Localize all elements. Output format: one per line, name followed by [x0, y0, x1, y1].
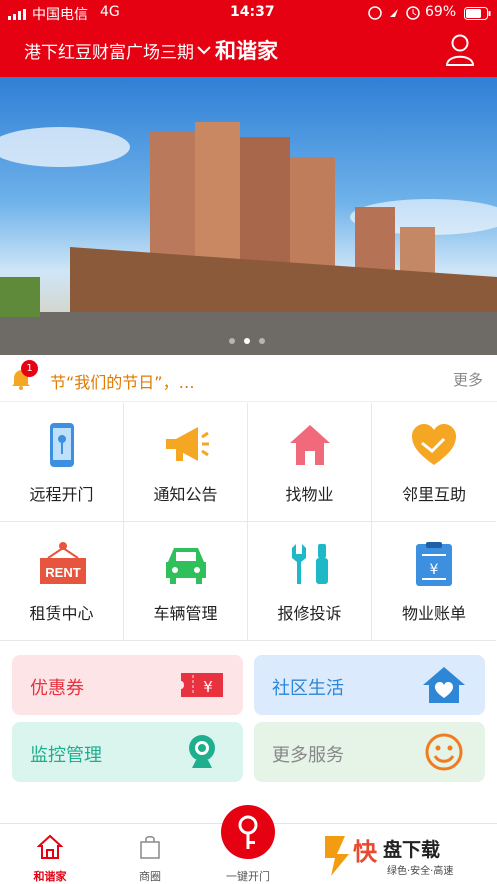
bill-icon: ¥	[416, 542, 452, 586]
rent-sign-text: RENT	[45, 565, 80, 580]
battery-icon	[464, 7, 492, 24]
house-icon	[290, 425, 330, 465]
service-bills[interactable]: ¥ 物业账单	[372, 522, 496, 641]
ticket-icon: ¥	[181, 673, 223, 697]
location-label: 港下红豆财富广场三期	[24, 42, 194, 63]
camera-icon	[189, 735, 215, 768]
bill-sign-text: ¥	[430, 562, 439, 578]
network-label: 4G	[100, 4, 120, 20]
clock: 14:37	[230, 4, 275, 20]
card-label: 社区生活	[272, 678, 344, 699]
rent-sign-icon: RENT	[40, 542, 86, 584]
tab-label: 和谐家	[33, 870, 67, 883]
svg-text:快: 快	[353, 838, 378, 866]
unlock-key-button[interactable]	[221, 805, 275, 859]
brand-title: 和谐家	[215, 39, 278, 63]
service-label: 车辆管理	[153, 604, 218, 623]
app-header: 中国电信 4G 14:37 69% 港下红豆财富广场三期 和谐家	[0, 0, 497, 77]
service-label: 租赁中心	[29, 604, 94, 623]
service-vehicles[interactable]: 车辆管理	[124, 522, 248, 641]
promo-banner[interactable]	[0, 77, 497, 355]
heart-hands-icon	[412, 424, 456, 465]
service-label: 找物业	[285, 485, 334, 504]
signal-icon	[8, 8, 28, 24]
ticket-sign-text: ¥	[203, 678, 213, 696]
svg-text:绿色·安全·高速: 绿色·安全·高速	[387, 864, 453, 877]
svg-text:盘下载: 盘下载	[383, 838, 440, 861]
banner-dot	[229, 338, 235, 344]
tab-label: 商圈	[139, 870, 161, 883]
service-announcements[interactable]: 通知公告	[124, 403, 248, 522]
tab-mall[interactable]: 商圈	[100, 824, 200, 884]
user-icon[interactable]	[445, 34, 475, 70]
tab-home[interactable]: 和谐家	[0, 824, 100, 884]
tools-icon	[292, 544, 328, 584]
card-label: 更多服务	[272, 745, 344, 766]
home-icon	[37, 834, 63, 859]
card-coupons[interactable]: 优惠券 ¥	[12, 655, 243, 715]
notice-badge: 1	[21, 360, 38, 377]
service-label: 邻里互助	[401, 485, 466, 504]
notice-bar[interactable]: 1 节“我们的节日”，… 更多	[0, 356, 497, 402]
carrier-label: 中国电信	[32, 7, 88, 23]
service-repairs[interactable]: 报修投诉	[248, 522, 372, 641]
battery-label: 69%	[425, 4, 457, 20]
megaphone-icon	[166, 427, 209, 461]
card-monitoring[interactable]: 监控管理	[12, 722, 243, 782]
smiley-icon	[425, 733, 463, 771]
banner-dot	[259, 338, 265, 344]
chevron-down-icon	[197, 40, 211, 60]
notice-text[interactable]: 节“我们的节日”，…	[50, 369, 195, 393]
service-rental[interactable]: RENT 租赁中心	[0, 522, 124, 641]
service-remote-open[interactable]: 远程开门	[0, 403, 124, 522]
card-label: 优惠券	[30, 678, 84, 699]
service-property[interactable]: 找物业	[248, 403, 372, 522]
banner-dot	[244, 338, 250, 344]
location-selector[interactable]: 港下红豆财富广场三期 和谐家	[24, 35, 278, 65]
status-bar: 中国电信 4G 14:37 69%	[0, 0, 497, 26]
home-heart-icon	[423, 667, 465, 703]
status-icons	[368, 5, 428, 25]
service-label: 报修投诉	[277, 604, 342, 623]
key-icon	[238, 815, 258, 849]
card-community-life[interactable]: 社区生活	[254, 655, 485, 715]
service-neighbors[interactable]: 邻里互助	[372, 403, 496, 522]
banner-image	[0, 122, 497, 355]
tab-label: 一键开门	[226, 870, 270, 883]
notice-more-link[interactable]: 更多	[453, 369, 483, 390]
watermark: 快 盘下载 绿色·安全·高速	[323, 830, 493, 880]
watermark-logo: 快 盘下载 绿色·安全·高速	[325, 836, 453, 877]
service-label: 远程开门	[29, 485, 94, 504]
shopping-bag-icon	[140, 836, 160, 859]
phone-key-icon	[50, 423, 74, 467]
service-label: 通知公告	[153, 485, 218, 504]
service-grid: 远程开门 通知公告 找物业 邻里互助 RENT 租赁中心 车辆管理 报修投诉 ¥…	[0, 403, 497, 643]
car-icon	[166, 548, 206, 584]
card-more-services[interactable]: 更多服务	[254, 722, 485, 782]
service-label: 物业账单	[401, 604, 466, 623]
card-label: 监控管理	[30, 745, 102, 766]
